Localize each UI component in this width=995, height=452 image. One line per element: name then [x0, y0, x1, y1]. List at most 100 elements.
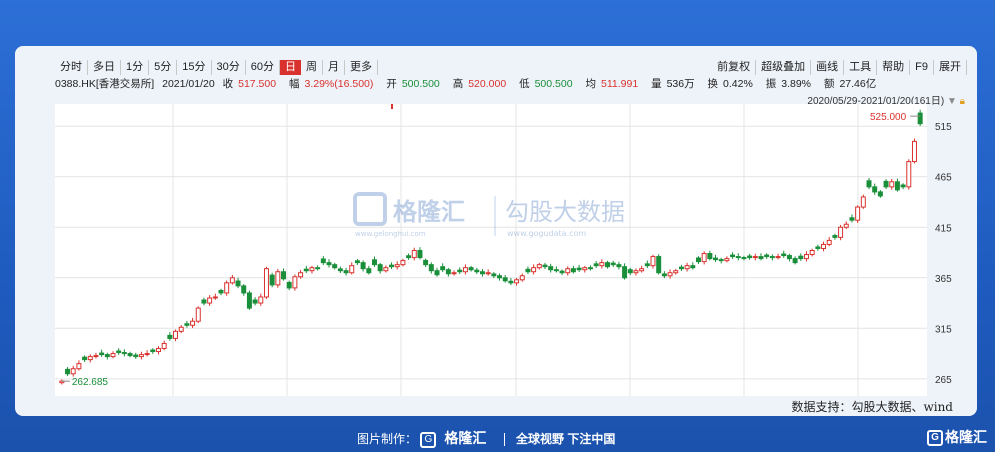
- candle-147: [894, 178, 900, 192]
- candle-body-56: [377, 264, 383, 272]
- candle-body-90: [570, 268, 576, 273]
- candle-115: [713, 254, 719, 262]
- candle-21: [178, 324, 184, 334]
- candle-body-47: [326, 262, 332, 266]
- toolbar-left-button-5[interactable]: 30分: [212, 60, 246, 75]
- chart-toolbar: 分时 多日 1分 5分 15分 30分 60分日周月更多 前复权 超级叠加 画线 工具 帮助 F9 展开: [55, 60, 967, 76]
- avg-label: 均: [585, 78, 596, 90]
- candle-82: [525, 266, 531, 275]
- toolbar-left-button-4[interactable]: 15分: [177, 60, 212, 75]
- candle-body-134: [821, 243, 827, 249]
- candle-141: [860, 194, 866, 209]
- toolbar-right-button-6[interactable]: 展开: [934, 60, 967, 75]
- candle-body-18: [161, 342, 167, 350]
- candle-body-128: [786, 255, 792, 260]
- candle-123: [758, 253, 764, 261]
- candle-body-112: [695, 257, 701, 263]
- candle-4: [82, 355, 88, 362]
- candle-151: [917, 109, 923, 127]
- low-label: 低: [519, 78, 530, 90]
- y-tick-label-4: 465: [935, 173, 952, 184]
- candle-57: [383, 265, 389, 273]
- footer-bar: 图片制作： G 格隆汇 全球视野 下注中国 G 格隆汇: [0, 424, 995, 448]
- candle-71: [462, 264, 468, 275]
- candle-body-113: [701, 253, 707, 263]
- candle-59: [394, 261, 400, 270]
- toolbar-left-button-6[interactable]: 60分: [246, 60, 280, 75]
- toolbar-right-button-5[interactable]: F9: [910, 60, 934, 75]
- candle-77: [497, 273, 503, 281]
- toolbar-left-button-7[interactable]: 日: [280, 60, 301, 75]
- high-label: 高: [452, 78, 464, 90]
- toolbar-left-button-2[interactable]: 1分: [121, 60, 150, 75]
- candle-body-44: [309, 267, 315, 272]
- candle-54: [366, 265, 372, 275]
- candle-124: [764, 253, 770, 259]
- candle-body-67: [440, 266, 446, 271]
- candle-body-93: [587, 267, 593, 270]
- toolbar-right-button-1[interactable]: 超级叠加: [756, 60, 812, 75]
- candle-body-116: [718, 259, 724, 262]
- toolbar-right-button-0[interactable]: 前复权: [712, 60, 757, 75]
- toolbar-left-button-10[interactable]: 更多: [345, 60, 378, 75]
- candle-body-41: [292, 276, 298, 289]
- candle-125: [769, 254, 775, 261]
- footer-logo: 格隆汇: [444, 430, 487, 446]
- candle-body-76: [491, 273, 497, 277]
- change-value: 3.29%(16.500): [304, 78, 374, 90]
- candle-body-68: [445, 269, 451, 275]
- low-value: 500.500: [534, 78, 573, 90]
- candle-body-10: [116, 350, 122, 354]
- candle-body-136: [832, 235, 838, 238]
- stock-code: 0388.HK[香港交易所]: [55, 78, 155, 90]
- toolbar-left-button-0[interactable]: 分时: [55, 60, 88, 75]
- candle-103: [644, 260, 650, 268]
- candle-body-16: [150, 349, 156, 353]
- candle-135: [826, 237, 832, 247]
- candle-body-138: [843, 223, 849, 228]
- plot-area[interactable]: 格隆汇 www.gelonghui.com 勾股大数据 www.gogudata.co…: [55, 104, 927, 396]
- candle-131: [803, 251, 809, 262]
- watermark-logo-url: www.gelonghui.com: [355, 230, 426, 238]
- candle-body-149: [906, 161, 912, 188]
- candle-body-83: [531, 267, 537, 273]
- candle-body-71: [462, 267, 468, 273]
- candle-body-58: [389, 264, 395, 268]
- candle-body-17: [155, 348, 161, 353]
- candle-body-60: [400, 260, 406, 266]
- toolbar-left-button-1[interactable]: 多日: [88, 60, 121, 75]
- candle-body-122: [752, 256, 758, 259]
- candle-body-40: [286, 281, 292, 289]
- candle-117: [724, 256, 730, 263]
- candle-body-147: [894, 181, 900, 191]
- toolbar-right-button-4[interactable]: 帮助: [877, 60, 911, 75]
- toolbar-right-button-2[interactable]: 画线: [811, 60, 845, 75]
- candle-body-45: [315, 267, 321, 270]
- candle-body-99: [622, 266, 628, 279]
- candle-body-6: [93, 355, 99, 358]
- candle-118: [730, 252, 736, 259]
- candle-8: [104, 352, 110, 360]
- toolbar-left-button-8[interactable]: 周: [301, 60, 323, 75]
- candle-1: [65, 367, 71, 377]
- candle-body-84: [536, 264, 542, 269]
- candle-body-96: [605, 262, 611, 268]
- candle-85: [542, 262, 548, 269]
- candle-53: [360, 260, 366, 272]
- candle-73: [474, 267, 480, 275]
- toolbar-left-button-3[interactable]: 5分: [149, 60, 178, 75]
- candle-16: [150, 348, 156, 354]
- candle-body-132: [809, 250, 815, 256]
- candle-148: [900, 183, 906, 190]
- candle-body-7: [99, 352, 105, 356]
- candle-36: [263, 266, 269, 299]
- candle-body-95: [599, 262, 605, 267]
- candle-body-49: [337, 268, 343, 272]
- toolbar-left-button-9[interactable]: 月: [323, 60, 345, 75]
- candle-5: [87, 354, 93, 363]
- candle-145: [883, 179, 889, 190]
- toolbar-right-button-3[interactable]: 工具: [844, 60, 878, 75]
- candle-body-81: [519, 275, 525, 281]
- candle-body-106: [661, 273, 667, 277]
- candle-body-141: [860, 196, 866, 208]
